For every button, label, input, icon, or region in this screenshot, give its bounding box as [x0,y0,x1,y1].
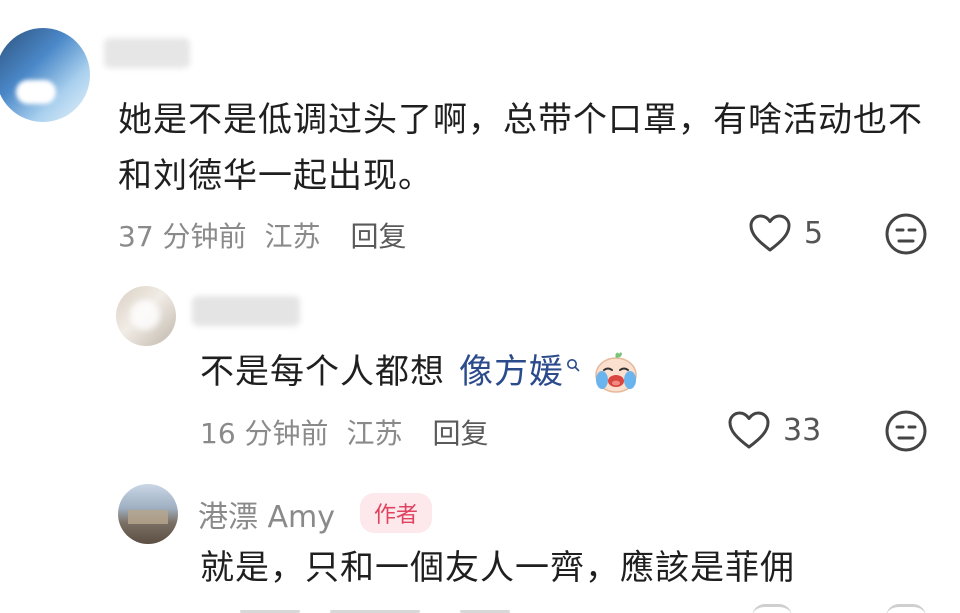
location: 江苏 [346,417,403,450]
comment-text-prefix: 不是每个人都想 [200,352,445,392]
timestamp: 37 分钟前 [118,220,247,253]
comment-text-line: 和刘德华一起出现。 [118,156,433,196]
comment-text-line: 她是不是低调过头了啊，总带个口罩，有啥活动也不 [118,100,923,140]
crying-emoji-icon [595,352,637,393]
cut-off-meta-row [200,604,700,613]
mention-text[interactable]: 像方媛 [459,344,564,400]
heart-outline-icon [749,214,791,252]
location: 江苏 [264,220,321,253]
comment-meta: 37 分钟前 江苏 回复 [118,215,407,255]
avatar[interactable] [116,286,176,346]
author-badge: 作者 [360,493,433,533]
like-count: 33 [783,412,822,448]
dislike-face-icon[interactable] [884,212,928,256]
dislike-face-icon[interactable] [884,409,928,453]
search-icon [567,359,580,372]
reply-button[interactable]: 回复 [351,215,407,255]
like-button[interactable]: 5 [748,213,823,253]
reply-button[interactable]: 回复 [433,412,489,452]
comment-text: 不是每个人都想 像方媛 [200,344,640,400]
like-button[interactable]: 33 [727,410,821,450]
avatar[interactable] [118,484,178,544]
timestamp: 16 分钟前 [200,417,329,450]
author-username[interactable]: 港漂 Amy [198,492,335,536]
comment-text: 她是不是低调过头了啊，总带个口罩，有啥活动也不 和刘德华一起出现。 [118,92,923,204]
username-blurred[interactable] [192,296,300,326]
avatar[interactable] [0,28,90,122]
comment-text: 就是，只和一個友人一齊，應該是菲佣 [200,548,795,588]
comment-thread: 她是不是低调过头了啊，总带个口罩，有啥活动也不 和刘德华一起出现。 37 分钟前… [0,0,960,613]
username-blurred[interactable] [104,38,190,68]
like-count: 5 [804,215,824,251]
cut-off-dislike-icon [886,604,926,613]
search-mention-link[interactable]: 像方媛 [459,344,580,400]
comment-meta: 16 分钟前 江苏 回复 [200,412,489,452]
heart-outline-icon [728,411,770,449]
cut-off-like-icon [752,604,792,613]
